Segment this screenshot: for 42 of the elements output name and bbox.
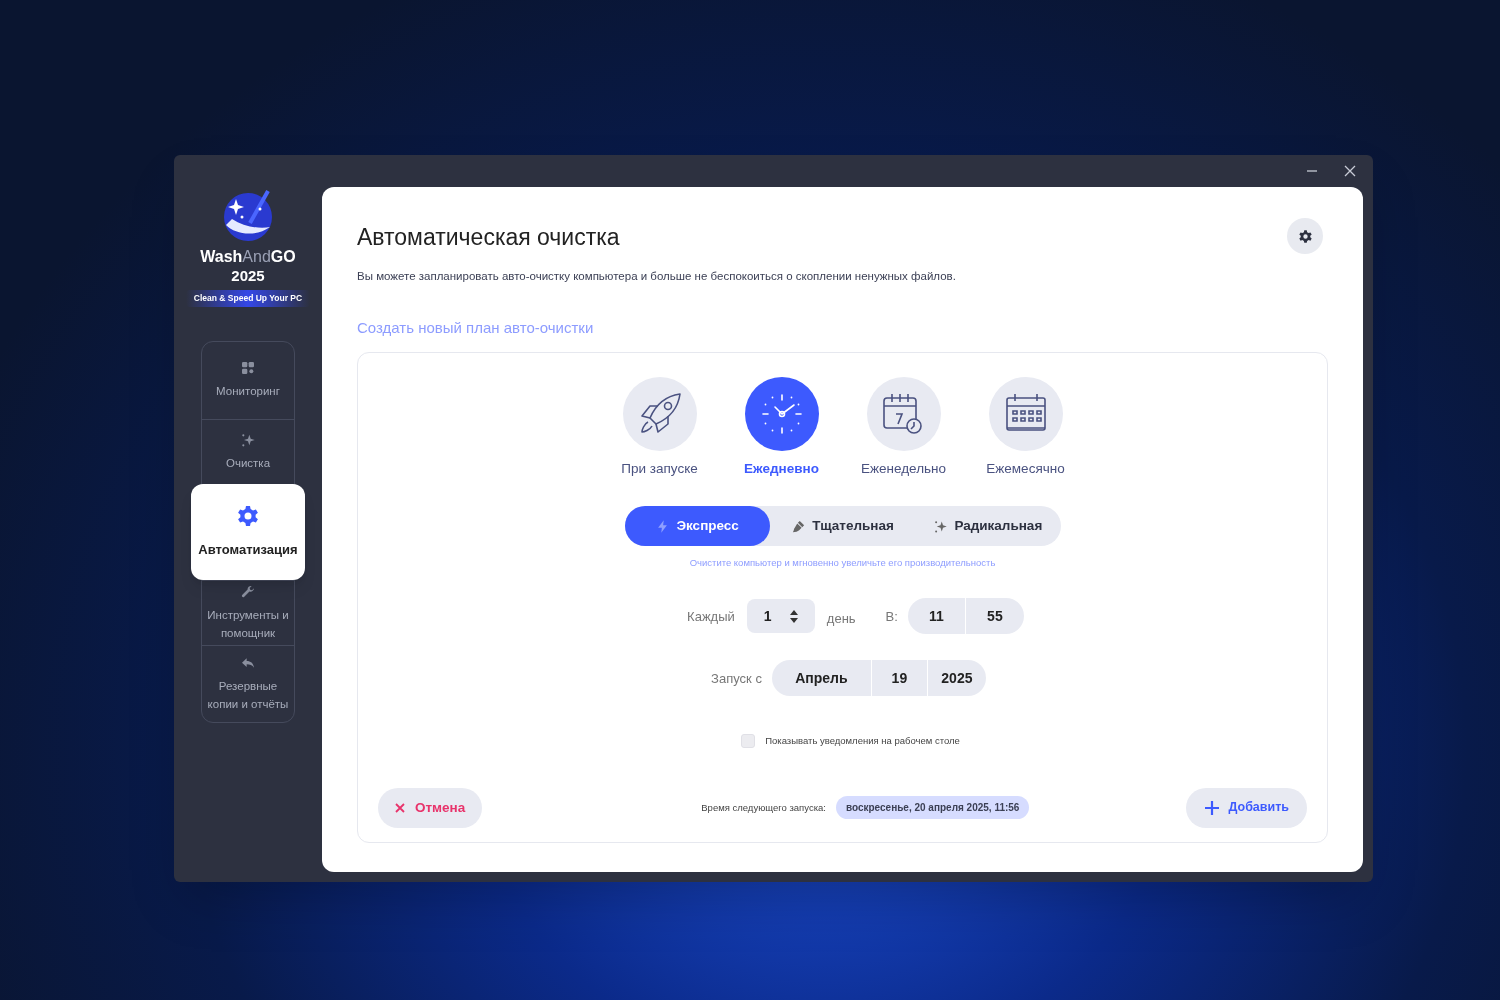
notifications-label: Показывать уведомления на рабочем столе xyxy=(765,734,960,749)
mode-tab[interactable]: Тщательная xyxy=(769,506,916,546)
notifications-checkbox[interactable] xyxy=(741,734,756,749)
app-logo-title: WashAndGO xyxy=(200,247,296,267)
year-field[interactable]: 2025 xyxy=(927,660,986,697)
time-label: В: xyxy=(885,607,898,626)
next-run-badge: воскресенье, 20 апреля 2025, 11:56 xyxy=(835,796,1030,820)
mode-tab[interactable]: Экспресс xyxy=(624,506,770,546)
app-tagline: Clean & Speed Up Your PC xyxy=(185,289,311,307)
gear-icon xyxy=(236,503,260,528)
month-field[interactable]: Апрель xyxy=(771,660,872,697)
plus-icon xyxy=(1204,799,1221,816)
unit-label: день xyxy=(826,609,856,628)
settings-button[interactable] xyxy=(1287,218,1323,254)
grid-icon xyxy=(240,360,256,376)
brush-icon xyxy=(791,518,807,534)
every-label: Каждый xyxy=(687,607,735,626)
sidebar-nav-item[interactable]: Инструменты и помощник xyxy=(202,579,294,645)
mode-tab[interactable]: Радикальная xyxy=(915,506,1061,546)
day-field[interactable]: 19 xyxy=(871,660,928,697)
page-description: Вы можете запланировать авто-очистку компьютера и больше не беспокоиться о скоплении ненужных файлов. xyxy=(357,269,957,284)
start-label: Запуск с xyxy=(711,669,762,688)
add-button[interactable]: Добавить xyxy=(1186,787,1307,828)
page-title: Автоматическая очистка xyxy=(357,223,620,251)
wrench-icon xyxy=(240,583,256,600)
minute-field[interactable]: 55 xyxy=(965,598,1024,635)
sidebar-nav-item[interactable]: Резервные копии и отчёты xyxy=(202,644,294,722)
next-run-label: Время следующего запуска: xyxy=(701,800,826,815)
interval-spinner[interactable]: 1 xyxy=(746,599,815,634)
hour-field[interactable]: 11 xyxy=(907,598,966,635)
up-down-arrows-icon xyxy=(789,609,798,623)
gear-icon xyxy=(1297,228,1313,244)
section-title: Создать новый план авто-очистки xyxy=(357,318,595,339)
close-icon xyxy=(1343,165,1357,177)
sparkle-icon xyxy=(240,431,256,448)
app-year: 2025 xyxy=(231,267,265,286)
sidebar-nav-item[interactable]: Очистка xyxy=(202,418,294,484)
sidebar-nav-item[interactable]: Мониторинг xyxy=(202,341,294,419)
mode-hint: Очистите компьютер и мгновенно увеличьте его производительность xyxy=(689,556,996,570)
sparkle-icon xyxy=(933,518,949,534)
sidebar-nav-item[interactable]: Автоматизация xyxy=(191,483,305,580)
close-icon xyxy=(395,802,405,813)
